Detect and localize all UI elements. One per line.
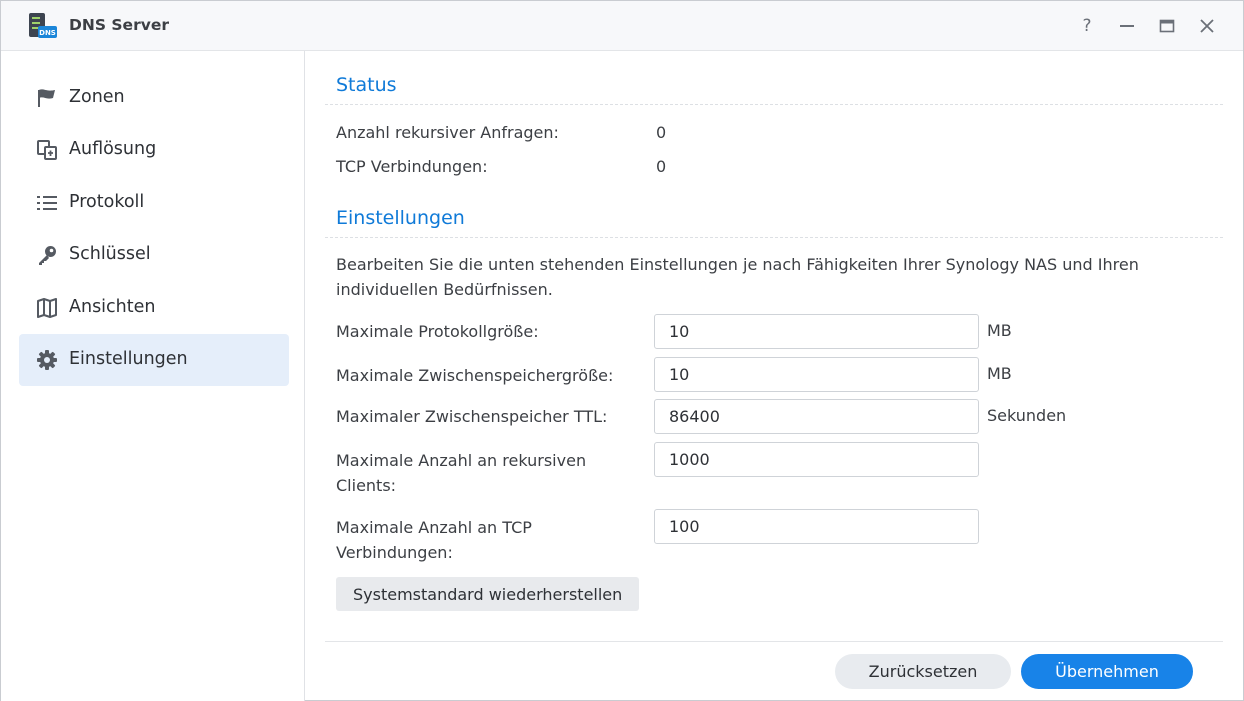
help-icon: ? — [1082, 16, 1092, 36]
max-cache-ttl-input[interactable] — [654, 399, 979, 434]
gear-icon — [37, 350, 57, 370]
max-recursive-clients-input[interactable] — [654, 442, 979, 477]
status-section-title: Status — [336, 74, 397, 96]
sidebar-item-label: Einstellungen — [69, 349, 188, 369]
field-label: Maximale Anzahl an TCP Verbindungen: — [336, 518, 532, 562]
max-log-size-input[interactable] — [654, 314, 979, 349]
minimize-button[interactable] — [1115, 14, 1139, 38]
settings-description: Bearbeiten Sie die unten stehenden Einst… — [336, 255, 1139, 299]
status-value: 0 — [656, 157, 667, 176]
apply-button[interactable]: Übernehmen — [1021, 654, 1193, 689]
sidebar-item-label: Protokoll — [69, 192, 145, 212]
maximize-icon — [1159, 19, 1175, 33]
close-button[interactable] — [1195, 14, 1219, 38]
svg-text:DNS: DNS — [39, 29, 56, 37]
field-label: Maximaler Zwischenspeicher TTL: — [336, 407, 608, 426]
resolution-icon — [37, 140, 57, 160]
status-label: Anzahl rekursiver Anfragen: — [336, 123, 559, 142]
sidebar-item-ansichten[interactable]: Ansichten — [19, 282, 289, 334]
section-divider — [325, 237, 1223, 238]
section-divider — [325, 104, 1223, 105]
field-unit: Sekunden — [987, 406, 1067, 425]
footer-divider — [325, 641, 1223, 642]
sidebar-item-label: Schlüssel — [69, 244, 151, 264]
field-unit: MB — [987, 321, 1012, 340]
sidebar-item-label: Ansichten — [69, 297, 156, 317]
field-label: Maximale Protokollgröße: — [336, 322, 539, 341]
status-value: 0 — [656, 123, 667, 142]
field-label: Maximale Anzahl an rekursiven Clients: — [336, 451, 587, 495]
restore-defaults-button[interactable]: Systemstandard wiederherstellen — [336, 577, 640, 611]
sidebar-item-einstellungen[interactable]: Einstellungen — [19, 334, 289, 386]
status-label: TCP Verbindungen: — [336, 157, 488, 176]
settings-section-title: Einstellungen — [336, 207, 465, 229]
sidebar: Zonen Auflösung Protokoll Schlüssel Ansi… — [1, 51, 305, 701]
field-label: Maximale Zwischenspeichergröße: — [336, 366, 614, 385]
dns-server-window: DNS DNS Server ? Zonen Auflösung Protoko… — [0, 0, 1244, 701]
sidebar-item-label: Zonen — [69, 87, 125, 107]
maximize-button[interactable] — [1155, 14, 1179, 38]
max-cache-size-input[interactable] — [654, 357, 979, 392]
max-tcp-connections-input[interactable] — [654, 509, 979, 544]
sidebar-item-zonen[interactable]: Zonen — [19, 72, 289, 124]
close-icon — [1200, 19, 1214, 33]
minimize-icon — [1120, 25, 1134, 27]
flag-icon — [38, 89, 55, 107]
list-icon — [37, 196, 57, 210]
sidebar-item-label: Auflösung — [69, 139, 157, 159]
sidebar-item-aufloesung[interactable]: Auflösung — [19, 124, 289, 176]
settings-panel: Status Anzahl rekursiver Anfragen: 0 TCP… — [305, 51, 1243, 701]
field-unit: MB — [987, 364, 1012, 383]
window-title: DNS Server — [69, 16, 169, 34]
dns-server-app-icon: DNS — [29, 13, 57, 38]
key-icon — [39, 246, 56, 265]
sidebar-item-schluessel[interactable]: Schlüssel — [19, 229, 289, 281]
reset-button[interactable]: Zurücksetzen — [835, 654, 1011, 689]
sidebar-item-protokoll[interactable]: Protokoll — [19, 177, 289, 229]
title-bar: DNS DNS Server ? — [1, 1, 1243, 51]
map-icon — [37, 298, 57, 318]
help-button[interactable]: ? — [1075, 14, 1099, 38]
